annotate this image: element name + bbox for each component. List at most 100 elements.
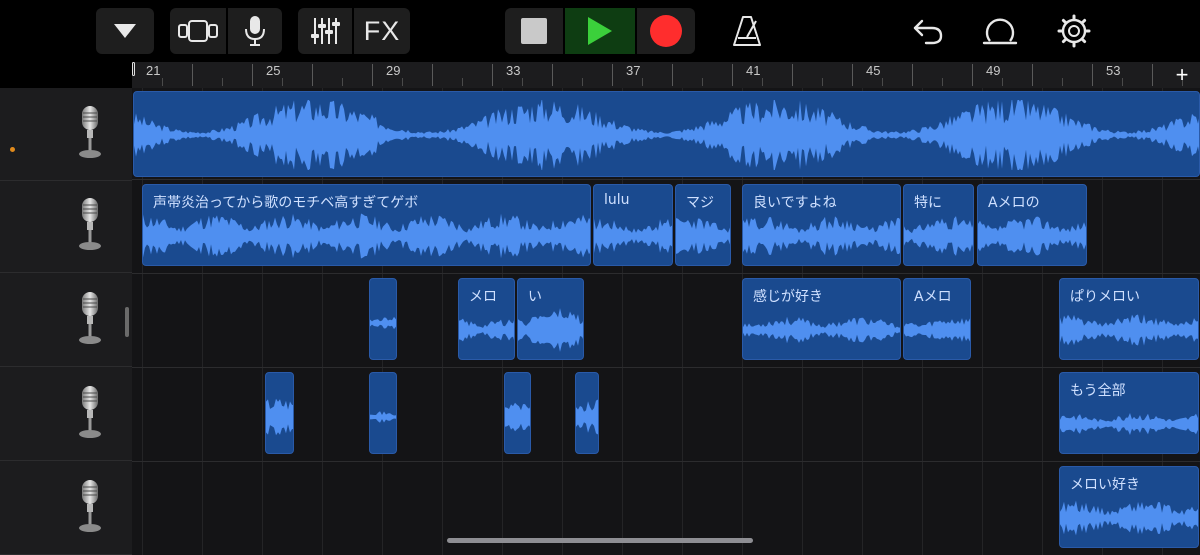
region-label: もう全部 bbox=[1070, 383, 1126, 399]
ruler-tick bbox=[702, 78, 703, 86]
audio-region[interactable]: ぱりメロい bbox=[1059, 278, 1199, 360]
waveform bbox=[1060, 314, 1198, 346]
ruler-bar-number: 49 bbox=[986, 63, 1001, 78]
audio-region[interactable] bbox=[369, 278, 397, 360]
ruler-tick bbox=[912, 64, 913, 86]
triangle-down-icon bbox=[114, 24, 136, 38]
region-label: メロい好き bbox=[1070, 477, 1140, 493]
play-button[interactable] bbox=[565, 8, 635, 54]
view-toggle-button[interactable] bbox=[170, 8, 226, 54]
record-icon bbox=[650, 15, 682, 47]
ruler-tick bbox=[1062, 78, 1063, 86]
ruler-bar-number: 21 bbox=[146, 63, 161, 78]
waveform bbox=[370, 411, 396, 423]
ruler-tick bbox=[882, 78, 883, 86]
region-label: 感じが好き bbox=[753, 289, 823, 305]
waveform bbox=[594, 218, 672, 254]
loop-browser-button[interactable] bbox=[978, 8, 1022, 54]
audio-region[interactable]: lulu bbox=[593, 184, 673, 266]
ruler-tick bbox=[612, 64, 613, 86]
home-indicator[interactable] bbox=[447, 538, 753, 543]
instrument-button[interactable] bbox=[228, 8, 282, 54]
track-header[interactable] bbox=[0, 180, 132, 273]
audio-region[interactable]: 特に bbox=[903, 184, 974, 266]
ruler-tick bbox=[492, 64, 493, 86]
audio-region[interactable]: い bbox=[517, 278, 584, 360]
track-lanes[interactable]: 声帯炎治ってから歌のモチベ高すぎてゲボ lulu マジ 良いですよね 特に Aメロのメロい… bbox=[132, 88, 1200, 555]
fx-button[interactable]: FX bbox=[354, 8, 410, 54]
ruler-tick bbox=[672, 64, 673, 86]
undo-arrow-icon bbox=[913, 19, 943, 45]
audio-region[interactable]: 良いですよね bbox=[742, 184, 901, 266]
vertical-scroll-indicator[interactable] bbox=[125, 307, 129, 337]
audio-region[interactable]: Aメロの bbox=[977, 184, 1087, 266]
lane-divider bbox=[132, 273, 1200, 274]
audio-region[interactable] bbox=[265, 372, 294, 454]
ruler-tick bbox=[342, 78, 343, 86]
waveform bbox=[505, 402, 530, 432]
track-header[interactable] bbox=[0, 462, 132, 555]
audio-region[interactable]: Aメロ bbox=[903, 278, 971, 360]
undo-button[interactable] bbox=[906, 8, 950, 54]
audio-region[interactable]: 感じが好き bbox=[742, 278, 901, 360]
ruler-bar-number: 45 bbox=[866, 63, 881, 78]
track-header[interactable] bbox=[0, 88, 132, 181]
metronome-button[interactable] bbox=[725, 8, 769, 54]
waveform bbox=[743, 316, 900, 344]
browser-dropdown-button[interactable] bbox=[96, 8, 154, 54]
microphone-icon bbox=[79, 106, 101, 158]
ruler-bar-number: 29 bbox=[386, 63, 401, 78]
audio-region[interactable] bbox=[575, 372, 599, 454]
region-label: 良いですよね bbox=[753, 195, 837, 211]
audio-region[interactable]: メロい好き bbox=[1059, 466, 1199, 548]
ruler-tick bbox=[942, 78, 943, 86]
ruler-tick bbox=[792, 64, 793, 86]
track-header[interactable] bbox=[0, 274, 132, 367]
microphone-icon bbox=[245, 16, 265, 46]
track-headers bbox=[0, 88, 132, 555]
waveform bbox=[576, 399, 598, 435]
region-label: マジ bbox=[686, 195, 714, 211]
waveform bbox=[134, 100, 1199, 170]
audio-region[interactable] bbox=[133, 91, 1200, 177]
lane-divider bbox=[132, 367, 1200, 368]
waveform bbox=[743, 216, 900, 256]
track-header[interactable] bbox=[0, 368, 132, 461]
lane-divider bbox=[132, 461, 1200, 462]
tracks-view-icon bbox=[178, 20, 218, 42]
waveform bbox=[459, 318, 514, 342]
ruler-tick bbox=[972, 64, 973, 86]
ruler-tick bbox=[372, 64, 373, 86]
ruler-bar-number: 25 bbox=[266, 63, 281, 78]
audio-region[interactable]: もう全部 bbox=[1059, 372, 1199, 454]
settings-button[interactable] bbox=[1052, 8, 1096, 54]
microphone-icon bbox=[79, 198, 101, 250]
ruler-tick bbox=[552, 64, 553, 86]
region-label: lulu bbox=[604, 192, 630, 208]
ruler-tick bbox=[1002, 78, 1003, 86]
stop-button[interactable] bbox=[505, 8, 563, 54]
timeline-ruler[interactable]: 21 25 29 33 37 41 45 49 53 bbox=[132, 62, 1200, 89]
audio-region[interactable]: マジ bbox=[675, 184, 731, 266]
record-button[interactable] bbox=[637, 8, 695, 54]
region-label: Aメロの bbox=[988, 195, 1040, 211]
loop-icon bbox=[982, 18, 1018, 45]
audio-region[interactable]: 声帯炎治ってから歌のモチベ高すぎてゲボ bbox=[142, 184, 591, 266]
ruler-tick bbox=[582, 78, 583, 86]
add-section-button[interactable]: + bbox=[1170, 62, 1194, 88]
mixer-button[interactable] bbox=[298, 8, 352, 54]
microphone-icon bbox=[79, 480, 101, 532]
audio-region[interactable] bbox=[369, 372, 397, 454]
region-label: 声帯炎治ってから歌のモチベ高すぎてゲボ bbox=[153, 195, 419, 211]
waveform bbox=[266, 398, 293, 436]
ruler-tick bbox=[162, 78, 163, 86]
ruler-tick bbox=[522, 78, 523, 86]
waveform bbox=[904, 216, 973, 256]
ruler-tick bbox=[642, 78, 643, 86]
ruler-tick bbox=[222, 78, 223, 86]
fx-label: FX bbox=[363, 15, 401, 46]
waveform bbox=[143, 213, 590, 259]
playhead[interactable] bbox=[132, 62, 135, 76]
audio-region[interactable]: メロ bbox=[458, 278, 515, 360]
audio-region[interactable] bbox=[504, 372, 531, 454]
